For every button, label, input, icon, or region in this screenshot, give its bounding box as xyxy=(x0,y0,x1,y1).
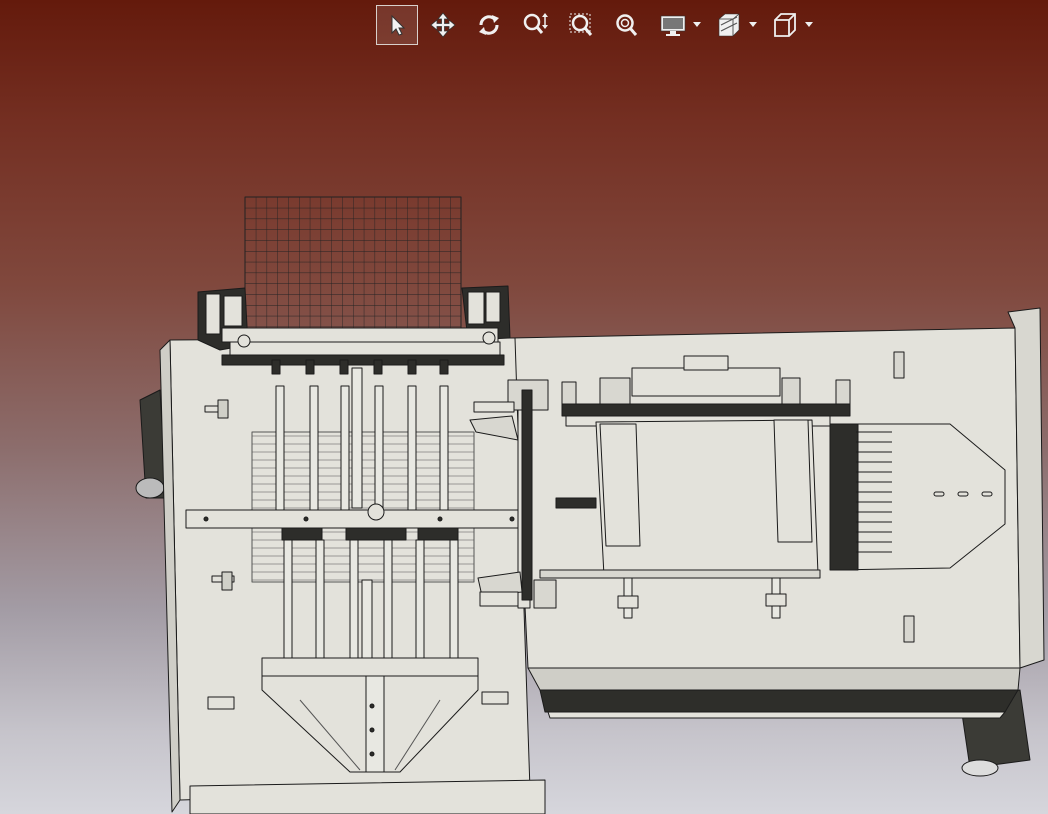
pan-tool-button[interactable] xyxy=(422,5,464,45)
3d-viewport[interactable] xyxy=(0,0,1048,814)
monitor-icon xyxy=(660,15,686,36)
zoom-fit-tool-button[interactable] xyxy=(606,5,648,45)
chevron-down-icon xyxy=(693,22,701,27)
cube-icon xyxy=(774,13,796,37)
display-style-button[interactable] xyxy=(652,5,694,45)
rotate-tool-button[interactable] xyxy=(468,5,510,45)
pointer-arrow-icon xyxy=(391,14,406,36)
chevron-down-icon xyxy=(749,22,757,27)
section-view-icon xyxy=(718,13,740,37)
section-view-button[interactable] xyxy=(708,5,750,45)
chevron-down-icon xyxy=(805,22,813,27)
rotate-icon xyxy=(479,15,499,35)
move-arrows-icon xyxy=(430,12,456,38)
zoom-fit-icon xyxy=(616,14,638,36)
zoom-updown-icon xyxy=(523,13,548,34)
zoom-window-tool-button[interactable] xyxy=(560,5,602,45)
cad-model[interactable] xyxy=(0,0,1048,814)
zoom-tool-button[interactable] xyxy=(514,5,556,45)
view-toolbar xyxy=(376,4,816,46)
view-orientation-button[interactable] xyxy=(764,5,806,45)
select-tool-button[interactable] xyxy=(376,5,418,45)
zoom-window-icon xyxy=(569,13,593,36)
